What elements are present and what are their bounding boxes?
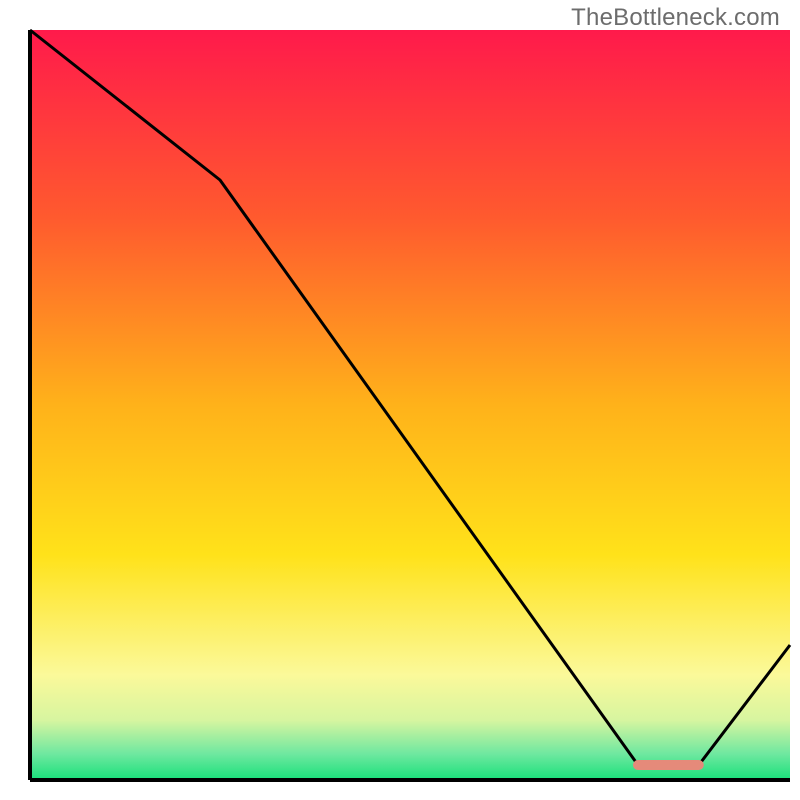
watermark-text: TheBottleneck.com [571,4,780,32]
plot-background [30,30,790,780]
bottleneck-chart [0,0,800,800]
chart-container: TheBottleneck.com [0,0,800,800]
